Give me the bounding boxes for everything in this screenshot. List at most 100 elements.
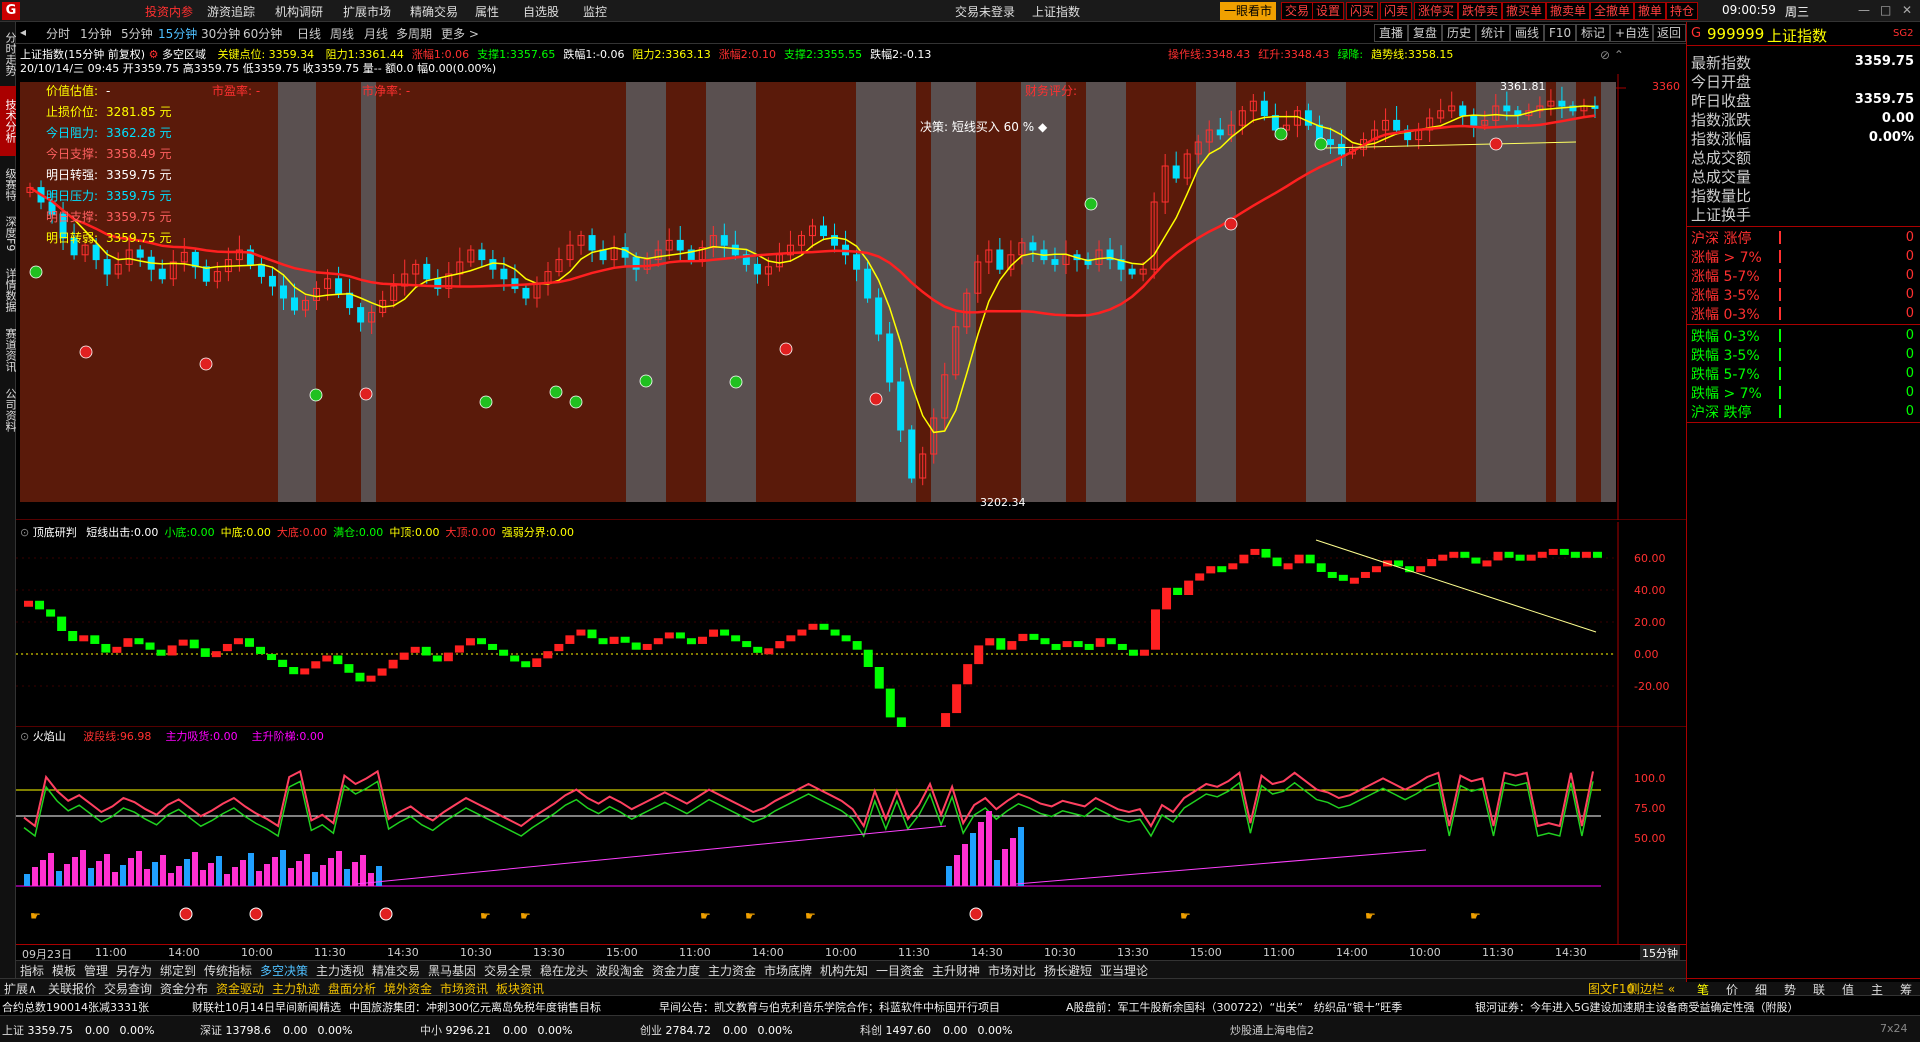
menu-item-shuxing[interactable]: 属性 bbox=[475, 3, 499, 20]
hand-signal-icon[interactable]: ☛ bbox=[1365, 909, 1376, 923]
buy-signal-icon[interactable] bbox=[1084, 197, 1098, 211]
limit-down-sell-button[interactable]: 跌停卖 bbox=[1458, 2, 1503, 20]
indicator-tab[interactable]: 市场底牌 bbox=[764, 962, 812, 979]
trade-button[interactable]: 交易 bbox=[1281, 2, 1314, 20]
news-item[interactable]: 早间公告：凯文教育与伯克利音乐学院合作；科蓝软件中标国开行项目 bbox=[659, 999, 1000, 1015]
buy-signal-icon[interactable] bbox=[479, 395, 493, 409]
limit-up-buy-button[interactable]: 涨停买 bbox=[1414, 2, 1459, 20]
stats-button[interactable]: 统计 bbox=[1476, 24, 1511, 42]
plus-signal-icon[interactable] bbox=[969, 907, 983, 921]
menu-item-kuozhan[interactable]: 扩展市场 bbox=[343, 3, 391, 20]
index-quote[interactable]: 科创 1497.60 0.00 0.00% bbox=[860, 1022, 1012, 1038]
add-watchlist-button[interactable]: +自选 bbox=[1610, 24, 1655, 42]
indicator-tab[interactable]: 主力透视 bbox=[316, 962, 364, 979]
tab-jisaite[interactable]: 级赛特 bbox=[0, 162, 17, 206]
indicator-tab[interactable]: 模板 bbox=[52, 962, 76, 979]
period-60m[interactable]: 60分钟 bbox=[243, 25, 282, 42]
indicator-tab[interactable]: 主升财神 bbox=[932, 962, 980, 979]
glance-button[interactable]: 一眼看市 bbox=[1220, 2, 1277, 20]
buy-signal-icon[interactable] bbox=[569, 395, 583, 409]
tab-news[interactable]: 赛道资讯 bbox=[0, 322, 17, 378]
buy-signal-icon[interactable] bbox=[549, 385, 563, 399]
tab-hint-icon[interactable]: ◂ bbox=[20, 25, 26, 39]
indicator-tab[interactable]: 绑定到 bbox=[160, 962, 196, 979]
news-corner-badge[interactable]: 7x24 bbox=[1880, 1022, 1908, 1035]
collapse-icon[interactable]: ⊘ ⌃ bbox=[1600, 48, 1624, 62]
sell-signal-icon[interactable] bbox=[79, 345, 93, 359]
tab-technical[interactable]: 技术分析 bbox=[0, 86, 17, 156]
menu-item-jigou[interactable]: 机构调研 bbox=[275, 3, 323, 20]
tab-depth[interactable]: 深度F9 bbox=[0, 212, 17, 256]
indicator-tab[interactable]: 资金力度 bbox=[652, 962, 700, 979]
news-item[interactable]: 合约总数190014张减3331张 bbox=[2, 999, 149, 1015]
indicator-tab[interactable]: 管理 bbox=[84, 962, 108, 979]
live-button[interactable]: 直播 bbox=[1374, 24, 1409, 42]
indicator-tab[interactable]: 机构先知 bbox=[820, 962, 868, 979]
indicator-tab[interactable]: 交易全景 bbox=[484, 962, 532, 979]
buy-signal-icon[interactable] bbox=[1274, 127, 1288, 141]
menu-item-jiankong[interactable]: 监控 bbox=[583, 3, 607, 20]
indicator-tab[interactable]: 波段淘金 bbox=[596, 962, 644, 979]
sell-signal-icon[interactable] bbox=[1489, 137, 1503, 151]
period-30m[interactable]: 30分钟 bbox=[201, 25, 240, 42]
period-1m[interactable]: 1分钟 bbox=[80, 25, 112, 42]
indicator-tab[interactable]: 精准交易 bbox=[372, 962, 420, 979]
hand-signal-icon[interactable]: ☛ bbox=[745, 909, 756, 923]
sub1-indicator-chart[interactable]: 60.00 40.00 20.00 0.00 -20.00 bbox=[16, 522, 1686, 727]
tab-company[interactable]: 公司资料 bbox=[0, 382, 17, 438]
buy-signal-icon[interactable] bbox=[29, 265, 43, 279]
close-icon[interactable]: ✕ bbox=[1902, 3, 1912, 17]
sell-signal-icon[interactable] bbox=[1224, 217, 1238, 231]
hand-signal-icon[interactable]: ☛ bbox=[805, 909, 816, 923]
period-week[interactable]: 周线 bbox=[330, 25, 354, 42]
indicator-tab[interactable]: 另存为 bbox=[116, 962, 152, 979]
history-button[interactable]: 历史 bbox=[1442, 24, 1477, 42]
period-month[interactable]: 月线 bbox=[364, 25, 388, 42]
period-badge[interactable]: 15分钟 bbox=[1640, 945, 1680, 961]
plus-signal-icon[interactable] bbox=[249, 907, 263, 921]
replay-button[interactable]: 复盘 bbox=[1408, 24, 1443, 42]
sub2-indicator-chart[interactable]: 100.0 75.00 50.00 ☛ ☛ ☛ ☛ ☛ ☛ ☛ ☛ ☛ bbox=[16, 726, 1686, 944]
hand-signal-icon[interactable]: ☛ bbox=[1470, 909, 1481, 923]
indicator-tab[interactable]: 市场对比 bbox=[988, 962, 1036, 979]
period-more[interactable]: 更多 > bbox=[441, 25, 479, 42]
indicator-tab[interactable]: 多空决策 bbox=[260, 962, 308, 979]
buy-signal-icon[interactable] bbox=[1314, 137, 1328, 151]
flash-buy-button[interactable]: 闪买 bbox=[1346, 2, 1379, 20]
sell-signal-icon[interactable] bbox=[199, 357, 213, 371]
news-item[interactable]: 银河证券：今年进入5G建设加速期主设备商受益确定性强（附股） bbox=[1475, 999, 1799, 1015]
indicator-tab[interactable]: 扬长避短 bbox=[1044, 962, 1092, 979]
cancel-buy-button[interactable]: 撤买单 bbox=[1502, 2, 1547, 20]
f10-button[interactable]: F10 bbox=[1544, 24, 1577, 42]
index-quote[interactable]: 深证 13798.6 0.00 0.00% bbox=[200, 1022, 352, 1038]
main-kline-chart[interactable] bbox=[16, 74, 1686, 520]
tab-details[interactable]: 详情数据 bbox=[0, 262, 17, 318]
index-quote[interactable]: 中小 9296.21 0.00 0.00% bbox=[420, 1022, 572, 1038]
settings-button[interactable]: 设置 bbox=[1312, 2, 1345, 20]
minimize-icon[interactable]: — bbox=[1858, 3, 1870, 17]
sell-signal-icon[interactable] bbox=[779, 342, 793, 356]
cancel-order-button[interactable]: 撤单 bbox=[1634, 2, 1667, 20]
sell-signal-icon[interactable] bbox=[869, 392, 883, 406]
tab-intraday[interactable]: 分时走势 bbox=[0, 26, 17, 82]
menu-item-zixuan[interactable]: 自选股 bbox=[523, 3, 559, 20]
flash-sell-button[interactable]: 闪卖 bbox=[1380, 2, 1413, 20]
index-quote[interactable]: 创业 2784.72 0.00 0.00% bbox=[640, 1022, 792, 1038]
plus-signal-icon[interactable] bbox=[179, 907, 193, 921]
index-quote[interactable]: 上证 3359.75 0.00 0.00% bbox=[2, 1022, 154, 1038]
buy-signal-icon[interactable] bbox=[639, 374, 653, 388]
buy-signal-icon[interactable] bbox=[309, 388, 323, 402]
news-item[interactable]: 财联社10月14日早间新闻精选 bbox=[192, 999, 341, 1015]
menu-item-jingque[interactable]: 精确交易 bbox=[410, 3, 458, 20]
sell-signal-icon[interactable] bbox=[359, 387, 373, 401]
menu-item-youzi[interactable]: 游资追踪 bbox=[207, 3, 255, 20]
menu-item-touzi[interactable]: 投资内参 bbox=[145, 3, 193, 20]
indicator-tab[interactable]: 稳在龙头 bbox=[540, 962, 588, 979]
hand-signal-icon[interactable]: ☛ bbox=[30, 909, 41, 923]
period-5m[interactable]: 5分钟 bbox=[121, 25, 153, 42]
period-15m[interactable]: 15分钟 bbox=[158, 25, 197, 42]
draw-button[interactable]: 画线 bbox=[1510, 24, 1545, 42]
period-fenshi[interactable]: 分时 bbox=[46, 25, 70, 42]
hand-signal-icon[interactable]: ☛ bbox=[1180, 909, 1191, 923]
cancel-all-button[interactable]: 全撤单 bbox=[1590, 2, 1635, 20]
